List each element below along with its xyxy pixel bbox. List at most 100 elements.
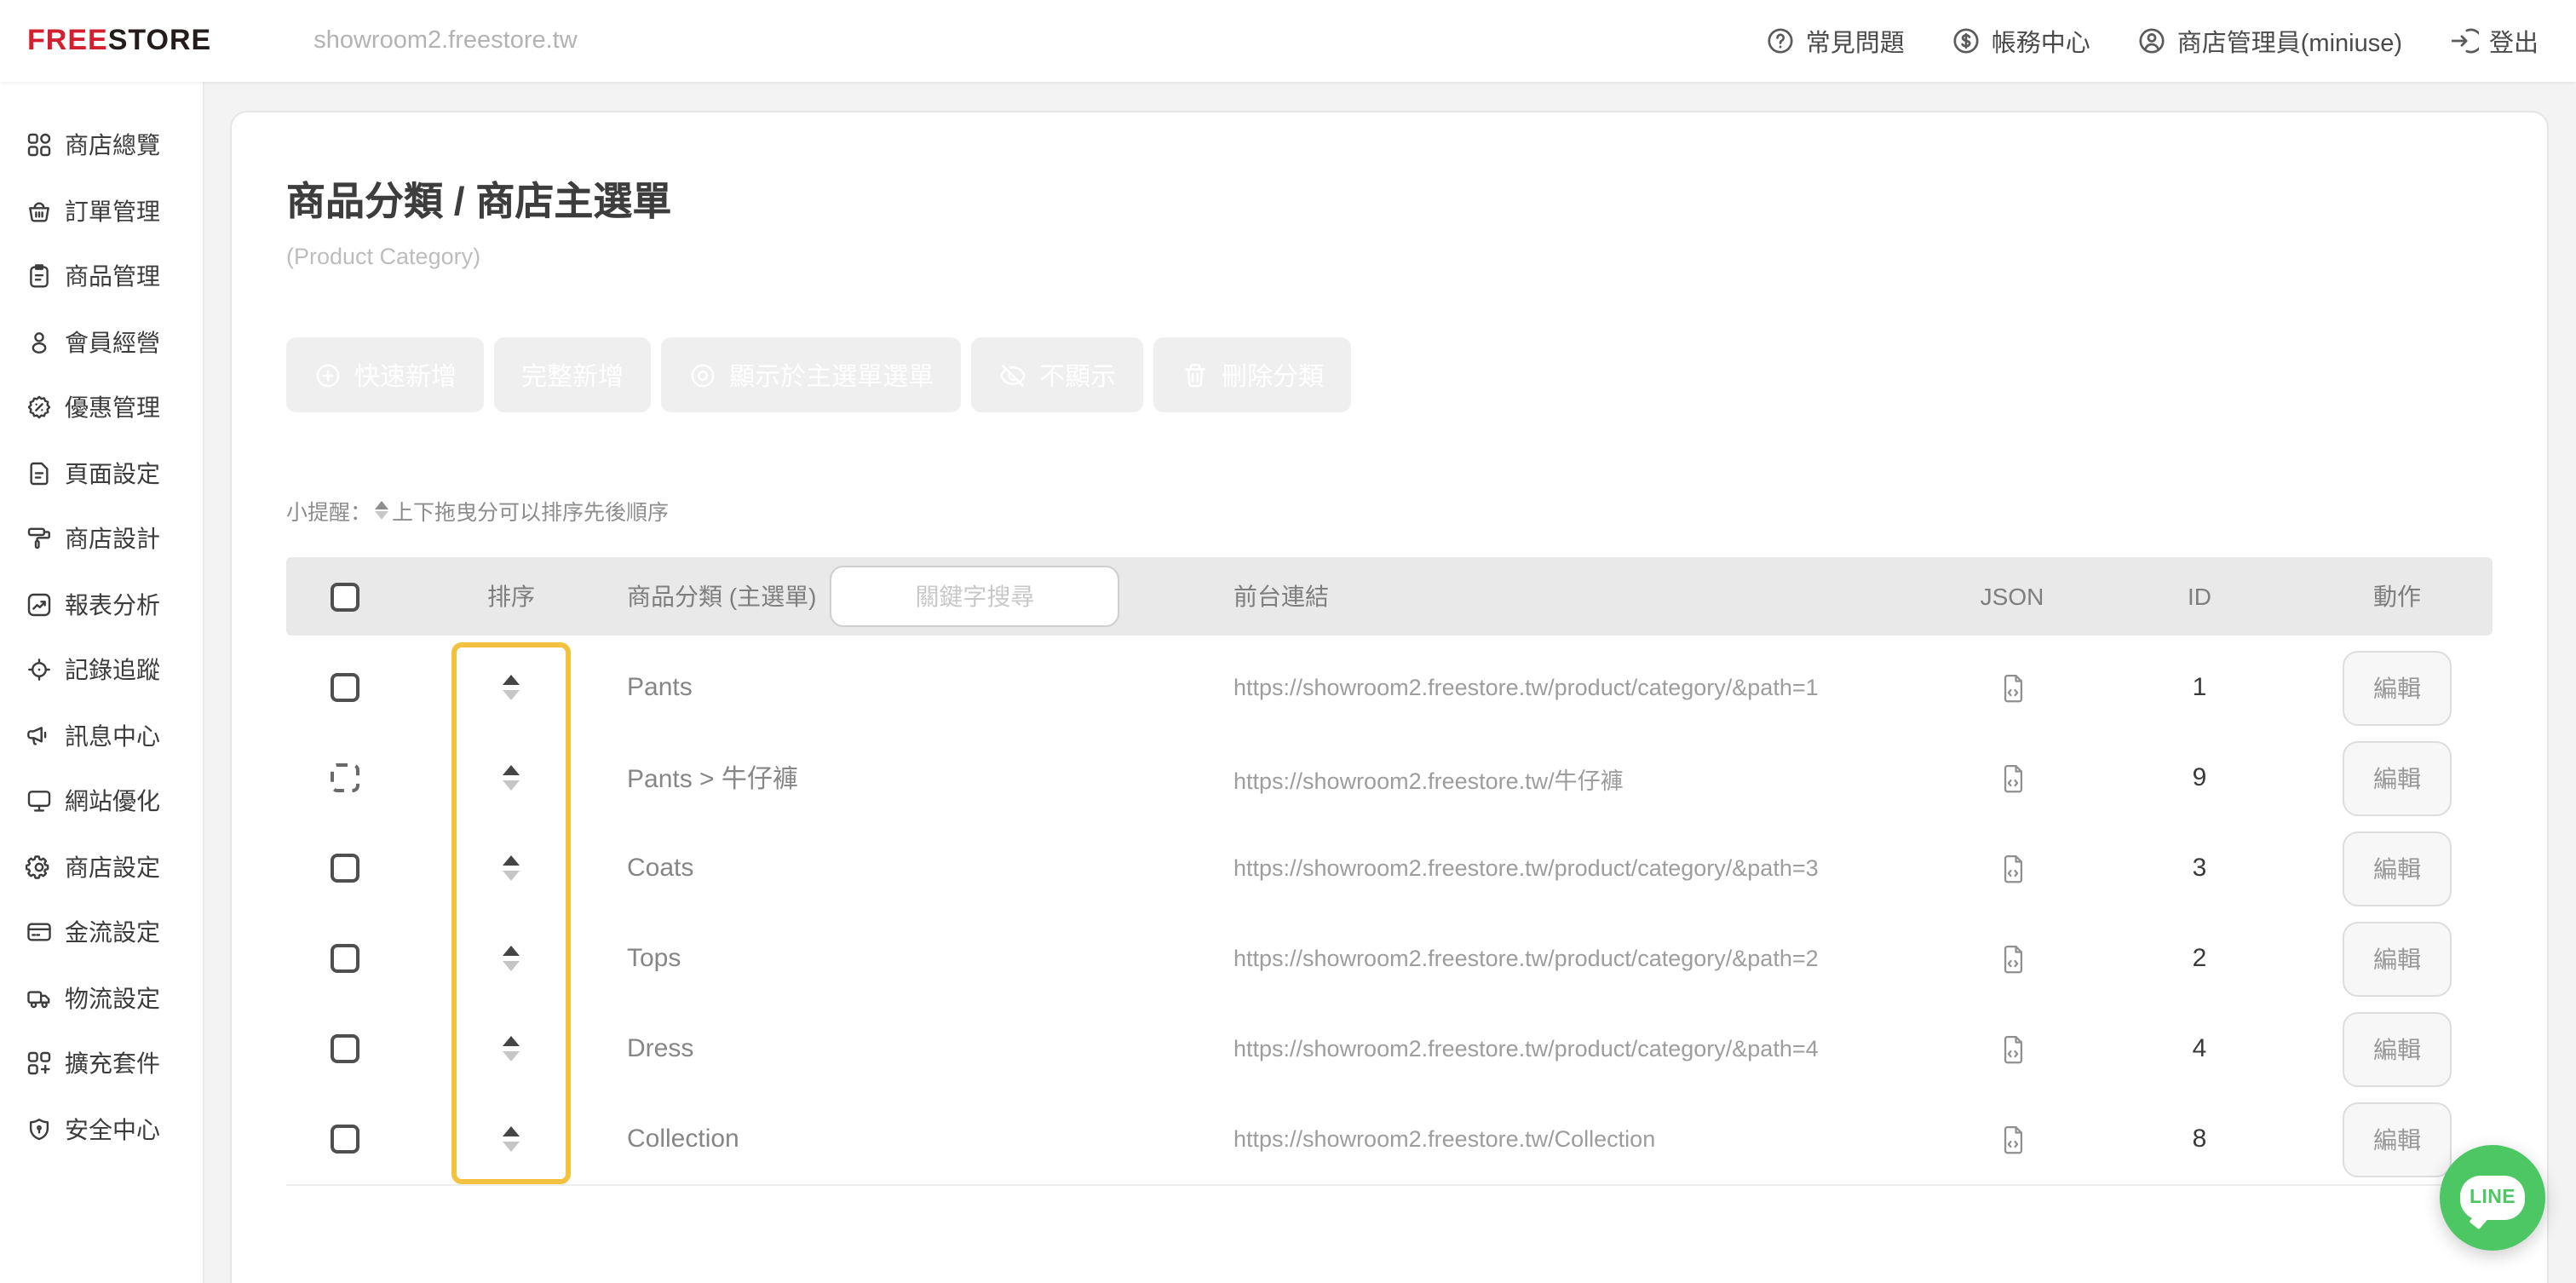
row-id: 9	[2192, 763, 2207, 792]
json-file-icon[interactable]	[1998, 761, 2027, 795]
freestore-logo[interactable]: FREESTORE	[27, 24, 211, 58]
sidebar-item-label: 頁面設定	[65, 459, 160, 487]
toolbar-button-label: 顯示於主選單選單	[729, 362, 934, 391]
sidebar-item[interactable]: 商店總覽	[0, 112, 203, 178]
top-nav-item[interactable]: 常見問題	[1765, 23, 1905, 59]
top-nav-item[interactable]: 帳務中心	[1951, 23, 2090, 59]
sidebar-item[interactable]: 訊息中心	[0, 703, 203, 768]
page-subtitle: (Product Category)	[286, 244, 481, 269]
drag-sort-handle[interactable]	[503, 675, 520, 700]
row-checkbox[interactable]	[331, 673, 359, 702]
frontend-link: https://showroom2.freestore.tw/牛仔褲	[1233, 768, 1624, 793]
sidebar-item[interactable]: 商店設計	[0, 506, 203, 572]
toolbar-button[interactable]: 完整新增	[494, 337, 652, 412]
edit-button[interactable]: 編輯	[2343, 921, 2452, 996]
edit-button[interactable]: 編輯	[2343, 1011, 2452, 1086]
content-card: 商品分類 / 商店主選單 (Product Category) 快速新增 完整新…	[230, 111, 2549, 1283]
sidebar-item[interactable]: 安全中心	[0, 1096, 203, 1162]
row-checkbox[interactable]	[331, 763, 359, 792]
sidebar-item-label: 擴充套件	[65, 1050, 160, 1078]
top-nav-item[interactable]: 登出	[2448, 23, 2539, 59]
sidebar-item-label: 優惠管理	[65, 394, 160, 422]
edit-button[interactable]: 編輯	[2343, 650, 2452, 725]
sidebar-item[interactable]: 商品管理	[0, 244, 203, 309]
json-file-icon[interactable]	[1998, 851, 2027, 885]
edit-button[interactable]: 編輯	[2343, 740, 2452, 815]
toolbar-button[interactable]: 刪除分類	[1153, 337, 1352, 412]
person-icon	[26, 329, 53, 356]
page-icon	[26, 460, 53, 487]
frontend-link: https://showroom2.freestore.tw/product/c…	[1233, 946, 1819, 971]
credit-card-icon	[26, 919, 53, 946]
row-checkbox[interactable]	[331, 944, 359, 973]
sort-order-icon	[375, 500, 389, 521]
column-header-category: 商品分類 (主選單)	[627, 583, 817, 610]
sidebar-item[interactable]: 會員經營	[0, 309, 203, 375]
column-header-sort: 排序	[487, 583, 535, 610]
toolbar-button[interactable]: 顯示於主選單選單	[661, 337, 962, 412]
table-row: Pants https://showroom2.freestore.tw/pro…	[286, 642, 2493, 733]
sidebar-item[interactable]: 網站優化	[0, 768, 203, 834]
logo-free-text: FREE	[27, 24, 108, 56]
sidebar-item-label: 商店總覽	[65, 131, 160, 159]
user-circle-icon	[2136, 26, 2167, 56]
edit-button[interactable]: 編輯	[2343, 1102, 2452, 1177]
top-nav-item-label: 登出	[2489, 30, 2539, 57]
json-file-icon[interactable]	[1998, 1122, 2027, 1156]
row-checkbox[interactable]	[331, 1125, 359, 1154]
table-header-row: 排序 商品分類 (主選單) 前台連結 JSON ID 動作	[286, 557, 2493, 636]
drag-sort-handle[interactable]	[503, 946, 520, 971]
category-name: Collection	[627, 1125, 739, 1154]
drag-sort-handle[interactable]	[503, 855, 520, 881]
table-row: Collection https://showroom2.freestore.t…	[286, 1094, 2493, 1184]
top-nav-item-label: 商店管理員(miniuse)	[2176, 30, 2402, 57]
sidebar-item[interactable]: 物流設定	[0, 965, 203, 1031]
line-label: LINE	[2470, 1188, 2516, 1208]
basket-icon	[26, 198, 53, 225]
page-title: 商品分類 / 商店主選單	[286, 179, 672, 223]
category-name: Pants > 牛仔褲	[627, 765, 798, 794]
dollar-circle-icon	[1951, 26, 1981, 56]
row-checkbox[interactable]	[331, 854, 359, 883]
sidebar-item-label: 會員經營	[65, 328, 160, 356]
megaphone-icon	[26, 722, 53, 750]
sidebar-item[interactable]: 金流設定	[0, 900, 203, 965]
toolbar-button[interactable]: 不顯示	[971, 337, 1144, 412]
sidebar-item[interactable]: 商店設定	[0, 834, 203, 900]
sidebar-item[interactable]: 報表分析	[0, 572, 203, 637]
toolbar-button[interactable]: 快速新增	[286, 337, 485, 412]
toolbar: 快速新增 完整新增 顯示於主選單選單 不顯示 刪除分類	[286, 337, 2493, 412]
search-input[interactable]	[830, 566, 1120, 627]
double-circle-icon	[688, 360, 717, 389]
drag-sort-handle[interactable]	[503, 1036, 520, 1061]
column-header-json: JSON	[1980, 583, 2044, 610]
store-url: showroom2.freestore.tw	[313, 27, 578, 55]
edit-button[interactable]: 編輯	[2343, 831, 2452, 906]
json-file-icon[interactable]	[1998, 1032, 2027, 1066]
category-name: Pants	[627, 673, 693, 702]
json-file-icon[interactable]	[1998, 941, 2027, 975]
sidebar-item[interactable]: 頁面設定	[0, 440, 203, 506]
sidebar-item[interactable]: 擴充套件	[0, 1031, 203, 1096]
column-header-id: ID	[2188, 583, 2211, 610]
sidebar-item[interactable]: 記錄追蹤	[0, 637, 203, 703]
chart-icon	[26, 591, 53, 618]
drag-sort-handle[interactable]	[503, 1126, 520, 1152]
select-all-checkbox[interactable]	[331, 582, 359, 611]
sidebar: 商店總覽 訂單管理 商品管理 會員經營 優惠管理 頁面設定 商店設計 報表分析 …	[0, 82, 203, 1283]
frontend-link: https://showroom2.freestore.tw/Collectio…	[1233, 1126, 1656, 1152]
row-checkbox[interactable]	[331, 1034, 359, 1063]
sidebar-item[interactable]: 優惠管理	[0, 375, 203, 440]
truck-icon	[26, 985, 53, 1012]
row-id: 8	[2192, 1125, 2207, 1154]
json-file-icon[interactable]	[1998, 670, 2027, 705]
gear-icon	[26, 854, 53, 881]
drag-sort-handle[interactable]	[503, 765, 520, 791]
top-nav-item[interactable]: 商店管理員(miniuse)	[2136, 23, 2402, 59]
frontend-link: https://showroom2.freestore.tw/product/c…	[1233, 1036, 1819, 1061]
discount-badge-icon	[26, 394, 53, 422]
line-chat-button[interactable]: LINE	[2440, 1145, 2545, 1251]
sidebar-item-label: 金流設定	[65, 918, 160, 946]
logo-store-text: STORE	[107, 24, 212, 56]
sidebar-item[interactable]: 訂單管理	[0, 178, 203, 244]
